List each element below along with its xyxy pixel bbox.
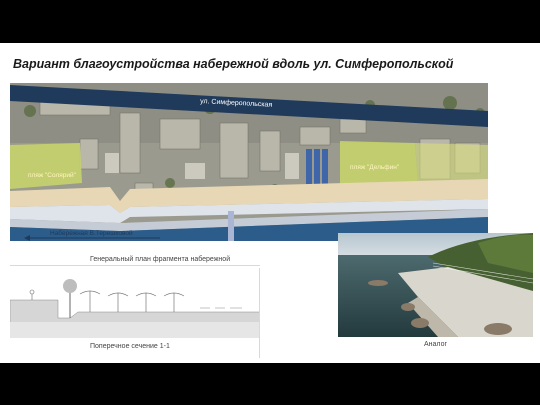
embankment-label: Набережная В.Терешковой — [50, 229, 133, 237]
general-plan: ул. Симферопольская пляж "Солярий" пляж … — [10, 83, 488, 241]
beach-right-label: пляж "Дельфин" — [350, 164, 400, 171]
divider-top — [10, 265, 260, 266]
analog-caption: Аналог — [424, 341, 448, 348]
beach-left-label: пляж "Солярий" — [28, 171, 77, 179]
slide: Вариант благоустройства набережной вдоль… — [0, 43, 540, 363]
cross-section — [10, 278, 260, 338]
divider-vertical — [259, 268, 260, 358]
analog-photo — [338, 233, 533, 337]
cross-section-caption: Поперечное сечение 1-1 — [90, 343, 170, 350]
general-plan-caption: Генеральный план фрагмента набережной — [90, 256, 231, 263]
slide-title: Вариант благоустройства набережной вдоль… — [13, 57, 454, 71]
